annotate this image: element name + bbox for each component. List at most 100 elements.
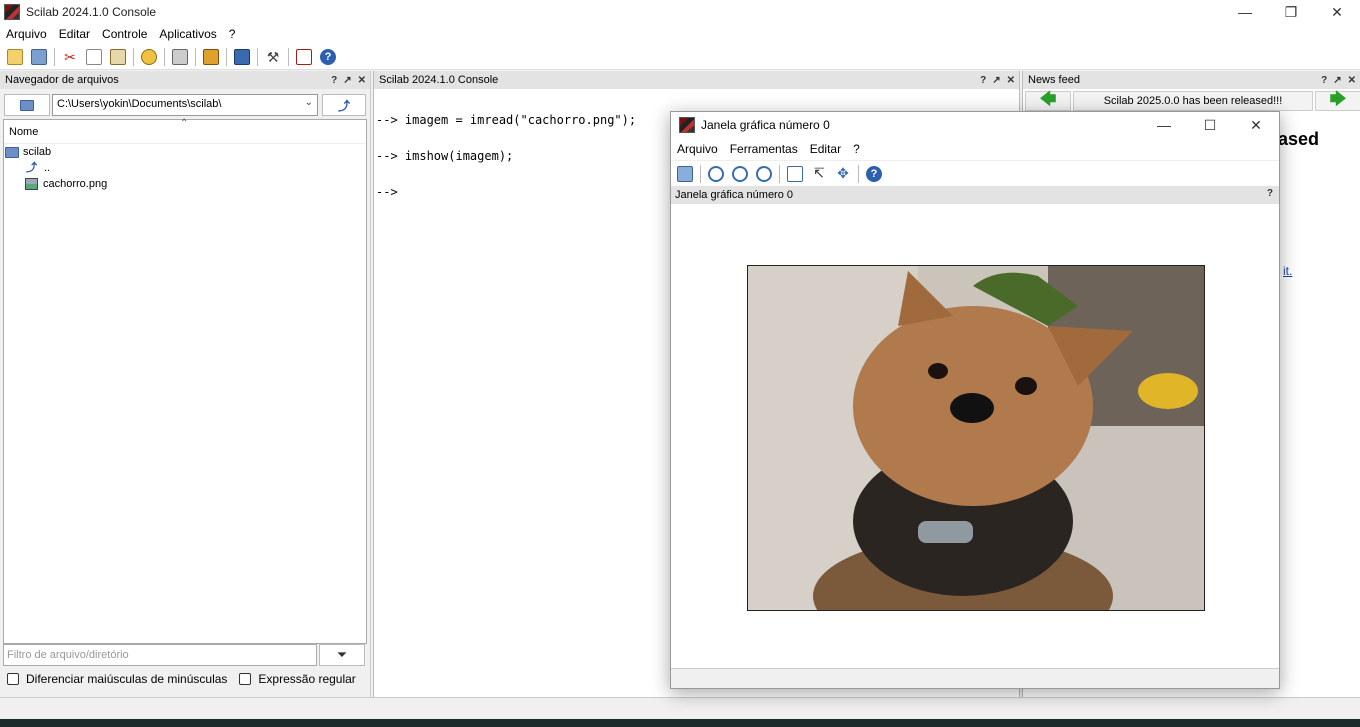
database-icon [203, 48, 219, 65]
status-bar [0, 697, 1360, 719]
panel-help-icon[interactable]: ? [1321, 75, 1327, 86]
panel-close-icon[interactable]: ✕ [1348, 75, 1356, 86]
copy-icon [86, 48, 102, 65]
news-previous-button[interactable]: 🡄 [1025, 91, 1071, 111]
scinotes-button[interactable] [231, 46, 253, 68]
pan-button[interactable]: ✥ [832, 163, 854, 185]
tools-icon: ⚒ [266, 48, 280, 65]
graphic-window-menu: Arquivo Ferramentas Editar ? [671, 138, 1279, 160]
panel-help-icon[interactable]: ? [331, 75, 337, 86]
up-arrow-icon: ⤴ [337, 98, 350, 113]
browse-folder-button[interactable] [4, 94, 50, 116]
dock-button[interactable] [674, 163, 696, 185]
menu-arquivo[interactable]: Arquivo [671, 142, 724, 156]
panel-undock-icon[interactable]: ↗ [1333, 75, 1341, 86]
news-item-title[interactable]: Scilab 2025.0.0 has been released!!! [1073, 91, 1313, 111]
cut-button[interactable]: ✂ [59, 46, 81, 68]
rotate-button[interactable]: ↸ [808, 163, 830, 185]
menu-ferramentas[interactable]: Ferramentas [724, 142, 804, 156]
menu-bar: Arquivo Editar Controle Aplicativos ? [0, 24, 1360, 44]
scilab-logo-icon [679, 117, 695, 133]
panel-undock-icon[interactable]: ↗ [992, 75, 1000, 86]
file-browser-title: Navegador de arquivos [5, 74, 119, 86]
datatip-button[interactable] [784, 163, 806, 185]
presentation-icon [296, 48, 312, 65]
print-button[interactable] [169, 46, 191, 68]
menu-help[interactable]: ? [847, 142, 866, 156]
tree-item-parent[interactable]: ⤴ .. [4, 160, 366, 176]
menu-controle[interactable]: Controle [96, 27, 153, 41]
help-button[interactable]: ? [863, 163, 885, 185]
graphic-canvas[interactable] [671, 207, 1279, 669]
variable-browser-button[interactable] [200, 46, 222, 68]
file-browser-panel: Navegador de arquivos ? ↗ ✕ C:\Users\yok… [0, 71, 371, 697]
tree-item-root[interactable]: scilab [4, 144, 366, 160]
copy-button[interactable] [83, 46, 105, 68]
toolbar-separator [288, 47, 289, 66]
path-row: C:\Users\yokin\Documents\scilab\ ⌄ ⤴ [4, 94, 366, 118]
case-sensitive-label: Diferenciar maiúsculas de minúsculas [26, 672, 228, 686]
graphic-window-title: Janela gráfica número 0 [701, 118, 830, 132]
filter-row: Filtro de arquivo/diretório ⏷ [3, 644, 367, 668]
editor-icon [234, 48, 250, 65]
path-value: C:\Users\yokin\Documents\scilab\ [57, 98, 222, 110]
open-file-button[interactable] [28, 46, 50, 68]
tree-item-label: .. [44, 162, 51, 174]
close-button[interactable]: ✕ [1314, 0, 1360, 24]
toolbar-separator [226, 47, 227, 66]
chevron-down-icon[interactable]: ⌄ [305, 97, 313, 108]
column-header-name[interactable]: Nome ⌃ [4, 118, 366, 144]
dock-icon [677, 165, 693, 182]
maximize-button[interactable]: ☐ [1187, 112, 1233, 138]
panel-undock-icon[interactable]: ↗ [343, 75, 351, 86]
menu-help[interactable]: ? [223, 27, 242, 41]
panel-help-icon[interactable]: ? [980, 75, 986, 86]
sort-arrow-icon: ⌃ [180, 118, 189, 129]
tree-item-file[interactable]: cachorro.png [4, 176, 366, 192]
new-script-button[interactable] [4, 46, 26, 68]
console-header: Scilab 2024.1.0 Console ? ↗ ✕ [374, 71, 1019, 89]
scilab-logo-icon [4, 4, 20, 20]
filter-button[interactable]: ⏷ [319, 644, 365, 666]
panel-close-icon[interactable]: ✕ [358, 75, 366, 86]
news-link[interactable]: it. [1283, 264, 1292, 278]
toolbar-separator [164, 47, 165, 66]
main-toolbar: ✂ ⚒ ? [0, 44, 1360, 70]
path-combobox[interactable]: C:\Users\yokin\Documents\scilab\ ⌄ [52, 94, 318, 116]
zoom-area-icon [708, 165, 724, 182]
case-sensitive-checkbox[interactable] [7, 673, 19, 685]
demos-button[interactable] [293, 46, 315, 68]
restore-button[interactable]: ❐ [1268, 0, 1314, 24]
menu-arquivo[interactable]: Arquivo [0, 27, 53, 41]
menu-aplicativos[interactable]: Aplicativos [153, 27, 222, 41]
atoms-button[interactable]: ⚒ [262, 46, 284, 68]
column-name-label: Nome [9, 126, 39, 138]
zoom-in-button[interactable] [729, 163, 751, 185]
toolbar-separator [133, 47, 134, 66]
broom-icon [141, 48, 157, 65]
minimize-button[interactable]: — [1141, 112, 1187, 138]
zoom-out-button[interactable] [753, 163, 775, 185]
open-folder-icon [31, 48, 47, 65]
minimize-button[interactable]: — [1222, 0, 1268, 24]
rotate-icon: ↸ [813, 165, 825, 181]
menu-editar[interactable]: Editar [804, 142, 847, 156]
displayed-image [747, 265, 1205, 611]
parent-dir-button[interactable]: ⤴ [322, 94, 366, 116]
regex-checkbox[interactable] [239, 673, 252, 685]
filter-input[interactable]: Filtro de arquivo/diretório [3, 644, 317, 666]
help-icon: ? [866, 165, 882, 182]
close-button[interactable]: ✕ [1233, 112, 1279, 138]
menu-editar[interactable]: Editar [53, 27, 96, 41]
paste-button[interactable] [107, 46, 129, 68]
panel-close-icon[interactable]: ✕ [1007, 75, 1015, 86]
console-title: Scilab 2024.1.0 Console [379, 74, 499, 86]
tree-item-label: scilab [23, 146, 52, 158]
window-title: Scilab 2024.1.0 Console [26, 5, 157, 19]
news-next-button[interactable]: 🡆 [1315, 91, 1360, 111]
zoom-area-button[interactable] [705, 163, 727, 185]
help-button[interactable]: ? [317, 46, 339, 68]
help-icon[interactable]: ? [1267, 188, 1273, 199]
paste-icon [110, 48, 126, 65]
change-directory-button[interactable] [138, 46, 160, 68]
